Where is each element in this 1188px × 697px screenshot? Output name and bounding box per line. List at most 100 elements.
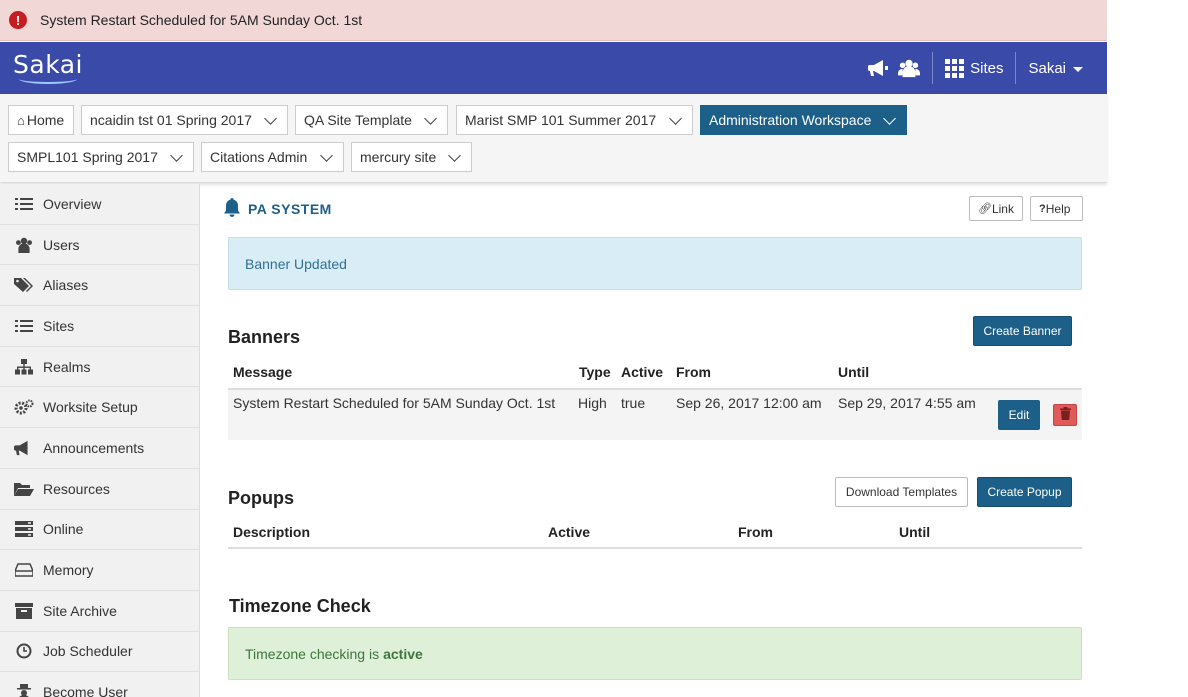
timezone-heading: Timezone Check xyxy=(229,596,371,616)
chevron-down-icon[interactable] xyxy=(264,112,277,125)
server-icon xyxy=(14,521,34,538)
sidebar-item-label: Realms xyxy=(43,358,91,375)
drive-icon xyxy=(14,562,34,578)
timezone-message: Timezone checking is xyxy=(245,645,380,662)
site-tab-label: Home xyxy=(26,112,65,128)
column-header-message: Message xyxy=(233,364,293,380)
link-label: Link xyxy=(991,201,1014,216)
create-banner-button[interactable]: Create Banner xyxy=(973,316,1072,346)
chevron-down-icon[interactable] xyxy=(320,149,333,162)
site-tab-ncaidin[interactable]: ncaidin tst 01 Spring 2017 xyxy=(81,105,288,135)
sitemap-icon xyxy=(14,358,34,375)
column-header-from: From xyxy=(676,364,711,380)
sidebar-item-users[interactable]: Users xyxy=(0,225,199,266)
banner-message-cell: System Restart Scheduled for 5AM Sunday … xyxy=(233,395,556,411)
site-tab-smpl101[interactable]: SMPL101 Spring 2017 xyxy=(8,142,194,172)
timezone-status: active xyxy=(383,645,423,662)
site-tab-admin-workspace[interactable]: Administration Workspace xyxy=(700,105,907,135)
sidebar-item-become-user[interactable]: Become User xyxy=(0,672,199,697)
sidebar-item-label: Aliases xyxy=(43,277,89,294)
help-icon: ? xyxy=(1039,202,1046,215)
edit-banner-button[interactable]: Edit xyxy=(998,400,1040,430)
sidebar-item-online[interactable]: Online xyxy=(0,510,199,551)
sidebar-item-label: Sites xyxy=(43,317,75,334)
help-button[interactable]: ? Help xyxy=(1030,196,1083,221)
top-header: Sakai Sites Sakai xyxy=(0,42,1107,94)
sidebar-item-worksite-setup[interactable]: Worksite Setup xyxy=(0,387,199,429)
sidebar-item-label: Overview xyxy=(43,195,102,212)
sidebar-item-announcements[interactable]: Announcements xyxy=(0,428,199,469)
sidebar-item-resources[interactable]: Resources xyxy=(0,469,199,510)
site-tab-label: Citations Admin xyxy=(210,149,308,165)
create-popup-button[interactable]: Create Popup xyxy=(977,477,1072,507)
sidebar-item-label: Worksite Setup xyxy=(43,399,138,416)
list-icon xyxy=(14,318,34,334)
sidebar-item-aliases[interactable]: Aliases xyxy=(0,265,199,307)
sidebar-item-label: Memory xyxy=(43,562,94,579)
column-header-from: From xyxy=(738,524,773,540)
banner-until-cell: Sep 29, 2017 4:55 am xyxy=(838,395,976,411)
timezone-status-alert: Timezone checking is active xyxy=(228,627,1082,680)
user-secret-icon xyxy=(14,684,34,697)
tags-icon xyxy=(14,277,34,293)
caret-down-icon xyxy=(1073,66,1083,72)
list-icon xyxy=(14,196,34,212)
sidebar-item-label: Resources xyxy=(43,480,110,497)
sidebar-item-label: Become User xyxy=(43,684,128,697)
alert-text: System Restart Scheduled for 5AM Sunday … xyxy=(40,12,363,28)
tool-sidebar: Overview Users Aliases Sites Realms Work… xyxy=(0,184,200,697)
banner-from-cell: Sep 26, 2017 12:00 am xyxy=(676,395,822,411)
site-tab-citations-admin[interactable]: Citations Admin xyxy=(201,142,344,172)
chevron-down-icon[interactable] xyxy=(170,149,183,162)
site-tab-label: mercury site xyxy=(360,149,437,165)
delete-banner-button[interactable] xyxy=(1053,404,1077,426)
download-templates-button[interactable]: Download Templates xyxy=(835,477,968,507)
sidebar-item-label: Site Archive xyxy=(43,602,117,619)
megaphone-icon xyxy=(14,440,34,456)
sidebar-item-sites[interactable]: Sites xyxy=(0,306,199,347)
chevron-down-icon[interactable] xyxy=(669,112,682,125)
sakai-logo[interactable]: Sakai xyxy=(13,48,83,88)
site-tab-mercury[interactable]: mercury site xyxy=(351,142,472,172)
user-label: Sakai xyxy=(1028,59,1066,77)
users-icon[interactable] xyxy=(898,57,921,79)
chevron-down-icon[interactable] xyxy=(883,112,896,125)
site-tab-label: Marist SMP 101 Summer 2017 xyxy=(465,112,657,128)
chevron-down-icon[interactable] xyxy=(448,149,461,162)
main-content: PA SYSTEM 🔗︎ Link ? Help Banner Updated … xyxy=(200,184,1107,697)
archive-icon xyxy=(14,602,34,619)
bell-icon xyxy=(222,197,242,220)
banner-type-cell: High xyxy=(578,395,607,411)
site-tab-label: SMPL101 Spring 2017 xyxy=(17,149,158,165)
gears-icon xyxy=(14,399,34,415)
header-divider xyxy=(1015,52,1017,84)
tool-title: PA SYSTEM xyxy=(222,197,332,220)
link-icon: 🔗︎ xyxy=(978,203,992,215)
site-tab-label: QA Site Template xyxy=(304,112,412,128)
clock-icon xyxy=(14,643,34,659)
exclamation-circle-icon: ! xyxy=(9,11,27,29)
site-tab-label: ncaidin tst 01 Spring 2017 xyxy=(90,112,252,128)
sidebar-item-job-scheduler[interactable]: Job Scheduler xyxy=(0,632,199,673)
user-menu-button[interactable]: Sakai xyxy=(1028,60,1083,77)
sites-label: Sites xyxy=(970,59,1004,77)
help-label: Help xyxy=(1045,201,1071,216)
table-divider xyxy=(228,547,1082,549)
link-button[interactable]: 🔗︎ Link xyxy=(969,196,1023,221)
column-header-description: Description xyxy=(233,524,311,540)
sidebar-item-overview[interactable]: Overview xyxy=(0,184,199,225)
sites-button[interactable]: Sites xyxy=(945,58,1004,78)
sidebar-item-realms[interactable]: Realms xyxy=(0,347,199,388)
site-tab-marist-smp[interactable]: Marist SMP 101 Summer 2017 xyxy=(456,105,693,135)
sidebar-item-label: Online xyxy=(43,521,84,538)
home-icon: ⌂ xyxy=(17,112,25,128)
sidebar-item-memory[interactable]: Memory xyxy=(0,550,199,591)
sidebar-item-label: Users xyxy=(43,236,80,253)
megaphone-icon[interactable] xyxy=(868,57,890,79)
sidebar-item-site-archive[interactable]: Site Archive xyxy=(0,591,199,632)
chevron-down-icon[interactable] xyxy=(424,112,437,125)
site-tab-qa-template[interactable]: QA Site Template xyxy=(295,105,448,135)
banner-updated-alert: Banner Updated xyxy=(228,237,1082,290)
column-header-type: Type xyxy=(579,364,611,380)
site-tab-home[interactable]: ⌂ Home xyxy=(8,105,74,135)
